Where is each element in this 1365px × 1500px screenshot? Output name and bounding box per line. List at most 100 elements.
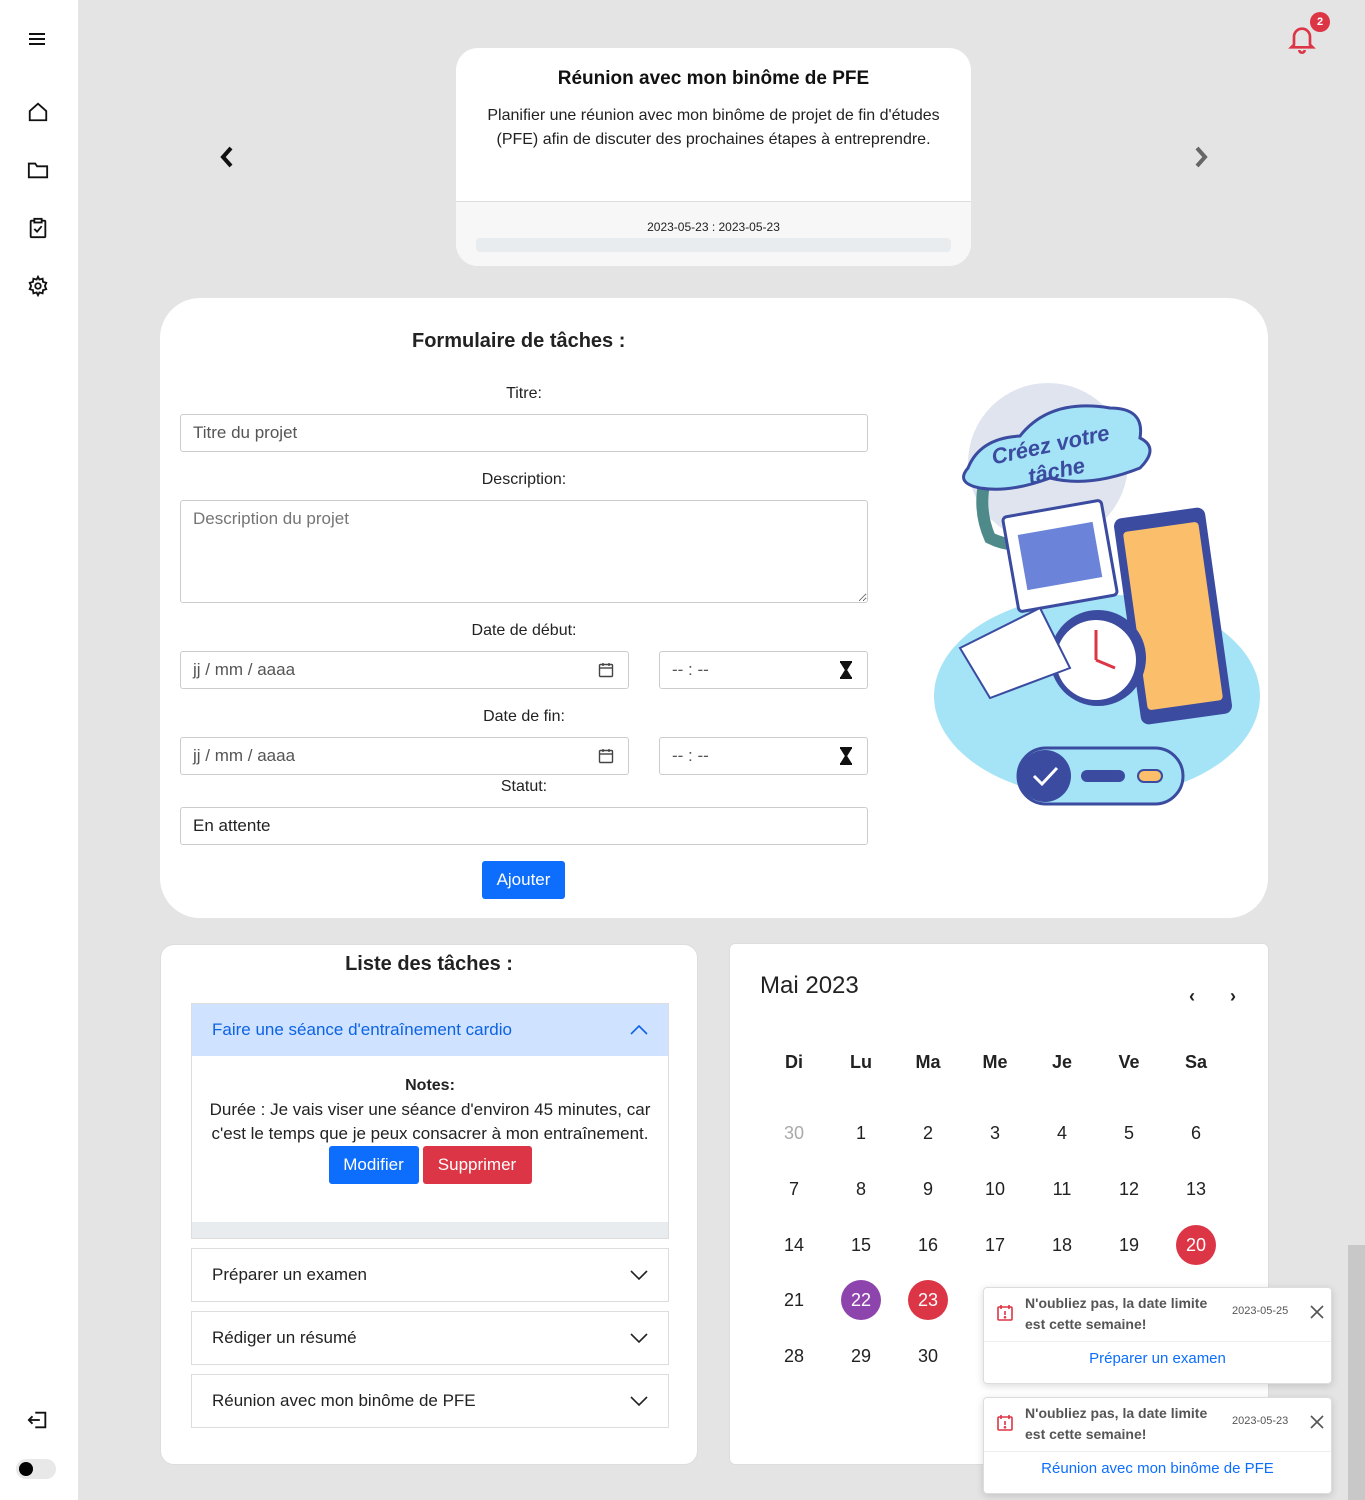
toast-link[interactable]: Réunion avec mon binôme de PFE	[984, 1460, 1331, 1477]
calendar-day[interactable]: 19	[1109, 1225, 1149, 1265]
accordion-header[interactable]: Faire une séance d'entraînement cardio	[192, 1004, 668, 1056]
menu-icon[interactable]	[24, 25, 52, 53]
accordion-body: Notes: Durée : Je vais viser une séance …	[192, 1056, 668, 1184]
calendar-weekday: Ma	[915, 1051, 941, 1072]
calendar-day[interactable]: 11	[1042, 1169, 1082, 1209]
task-list: Liste des tâches : Faire une séance d'en…	[160, 944, 698, 1465]
close-icon[interactable]	[1309, 1414, 1325, 1435]
accordion-item[interactable]: Réunion avec mon binôme de PFE	[191, 1374, 669, 1428]
task-list-heading: Liste des tâches :	[345, 953, 513, 975]
calendar-day[interactable]: 10	[975, 1169, 1015, 1209]
end-time-placeholder: -- : --	[672, 746, 709, 765]
calendar-day[interactable]: 7	[774, 1169, 814, 1209]
calendar-day[interactable]: 23	[908, 1280, 948, 1320]
chevron-down-icon	[630, 1265, 648, 1285]
close-icon[interactable]	[1309, 1304, 1325, 1325]
end-time-input[interactable]: -- : --	[659, 737, 868, 775]
gear-icon[interactable]	[24, 272, 52, 300]
calendar-day[interactable]: 4	[1042, 1113, 1082, 1153]
accordion-title: Réunion avec mon binôme de PFE	[212, 1391, 476, 1410]
calendar-day[interactable]: 30	[774, 1113, 814, 1153]
calendar-prev-button[interactable]: ‹	[1182, 986, 1202, 1006]
deadline-toast: N'oubliez pas, la date limite est cette …	[983, 1287, 1332, 1384]
clipboard-check-icon[interactable]	[24, 214, 52, 242]
scrollbar[interactable]	[1348, 1245, 1365, 1500]
calendar-day[interactable]: 2	[908, 1113, 948, 1153]
calendar-next-button[interactable]: ›	[1223, 986, 1243, 1006]
calendar-day[interactable]: 15	[841, 1225, 881, 1265]
end-date-label: Date de fin:	[483, 708, 565, 725]
delete-button[interactable]: Supprimer	[422, 1146, 532, 1184]
accordion-item[interactable]: Préparer un examen	[191, 1248, 669, 1302]
hourglass-icon[interactable]	[839, 747, 853, 765]
calendar-day[interactable]: 18	[1042, 1225, 1082, 1265]
calendar-icon[interactable]	[598, 662, 614, 678]
toast-date: 2023-05-25	[1232, 1305, 1289, 1317]
task-illustration: Créez votre tâche	[934, 383, 1260, 806]
calendar-day[interactable]: 14	[774, 1225, 814, 1265]
chevron-down-icon	[630, 1391, 648, 1411]
toast-link[interactable]: Préparer un examen	[984, 1350, 1331, 1367]
calendar-day[interactable]: 17	[975, 1225, 1015, 1265]
calendar-day[interactable]: 30	[908, 1336, 948, 1376]
calendar-weekday: Ve	[1118, 1051, 1140, 1072]
calendar-day[interactable]: 8	[841, 1169, 881, 1209]
calendar-day[interactable]: 9	[908, 1169, 948, 1209]
chevron-down-icon	[630, 1328, 648, 1348]
calendar-day[interactable]: 22	[841, 1280, 881, 1320]
start-time-input[interactable]: -- : --	[659, 651, 868, 689]
calendar-day[interactable]: 1	[841, 1113, 881, 1153]
accordion-strip	[192, 1222, 668, 1238]
calendar-weekday: Sa	[1184, 1051, 1208, 1072]
start-date-label: Date de début:	[471, 622, 577, 639]
calendar: Mai 2023 ‹ › Di Lu Ma Me Je Ve Sa 30 1 2 3 4 5 6 7 8 9 10…	[729, 943, 1269, 1465]
add-button[interactable]: Ajouter	[482, 861, 565, 899]
end-date-placeholder: jj / mm / aaaa	[193, 746, 296, 765]
accordion-header[interactable]: Réunion avec mon binôme de PFE	[192, 1375, 668, 1427]
calendar-icon[interactable]	[598, 748, 614, 764]
calendar-weekday: Lu	[850, 1051, 872, 1072]
slide-dates: 2023-05-23 : 2023-05-23	[647, 220, 780, 234]
calendar-title: Mai 2023	[760, 972, 859, 999]
title-input[interactable]: Titre du projet	[180, 414, 868, 452]
calendar-weekday: Me	[982, 1051, 1008, 1072]
calendar-day[interactable]: 13	[1176, 1169, 1216, 1209]
sidebar	[0, 0, 78, 1500]
start-date-input[interactable]: jj / mm / aaaa	[180, 651, 629, 689]
status-select[interactable]: En attente	[180, 807, 868, 845]
description-textarea[interactable]	[180, 500, 868, 603]
notes-label: Notes:	[405, 1077, 455, 1094]
calendar-day[interactable]: 12	[1109, 1169, 1149, 1209]
edit-button[interactable]: Modifier	[328, 1146, 419, 1184]
calendar-day[interactable]: 5	[1109, 1113, 1149, 1153]
calendar-day[interactable]: 20	[1176, 1225, 1216, 1265]
calendar-day[interactable]: 16	[908, 1225, 948, 1265]
notes-text: Durée : Je vais viser une séance d'envir…	[209, 1100, 651, 1143]
calendar-day[interactable]: 28	[774, 1336, 814, 1376]
carousel-prev-button[interactable]	[210, 140, 244, 174]
description-label: Description:	[481, 471, 567, 488]
calendar-day[interactable]: 21	[774, 1280, 814, 1320]
accordion-header[interactable]: Rédiger un résumé	[192, 1312, 668, 1364]
status-label: Statut:	[500, 778, 548, 795]
toast-date: 2023-05-23	[1232, 1415, 1289, 1427]
calendar-day[interactable]: 3	[975, 1113, 1015, 1153]
start-date-placeholder: jj / mm / aaaa	[193, 660, 296, 679]
end-date-input[interactable]: jj / mm / aaaa	[180, 737, 629, 775]
calendar-day[interactable]: 6	[1176, 1113, 1216, 1153]
accordion-item[interactable]: Rédiger un résumé	[191, 1311, 669, 1365]
home-icon[interactable]	[24, 98, 52, 126]
hourglass-icon[interactable]	[839, 661, 853, 679]
calendar-day[interactable]: 29	[841, 1336, 881, 1376]
theme-toggle[interactable]	[16, 1459, 56, 1479]
task-form: Formulaire de tâches : Titre: Titre du p…	[160, 298, 1268, 918]
logout-icon[interactable]	[24, 1406, 52, 1434]
folder-icon[interactable]	[24, 156, 52, 184]
title-label: Titre:	[506, 385, 542, 402]
accordion-title: Faire une séance d'entraînement cardio	[212, 1020, 512, 1039]
accordion-header[interactable]: Préparer un examen	[192, 1249, 668, 1301]
slide-footer: 2023-05-23 : 2023-05-23	[456, 201, 971, 266]
form-heading: Formulaire de tâches :	[412, 330, 626, 352]
carousel-next-button[interactable]	[1184, 140, 1218, 174]
slide-description: Planifier une réunion avec mon binôme de…	[487, 107, 940, 148]
